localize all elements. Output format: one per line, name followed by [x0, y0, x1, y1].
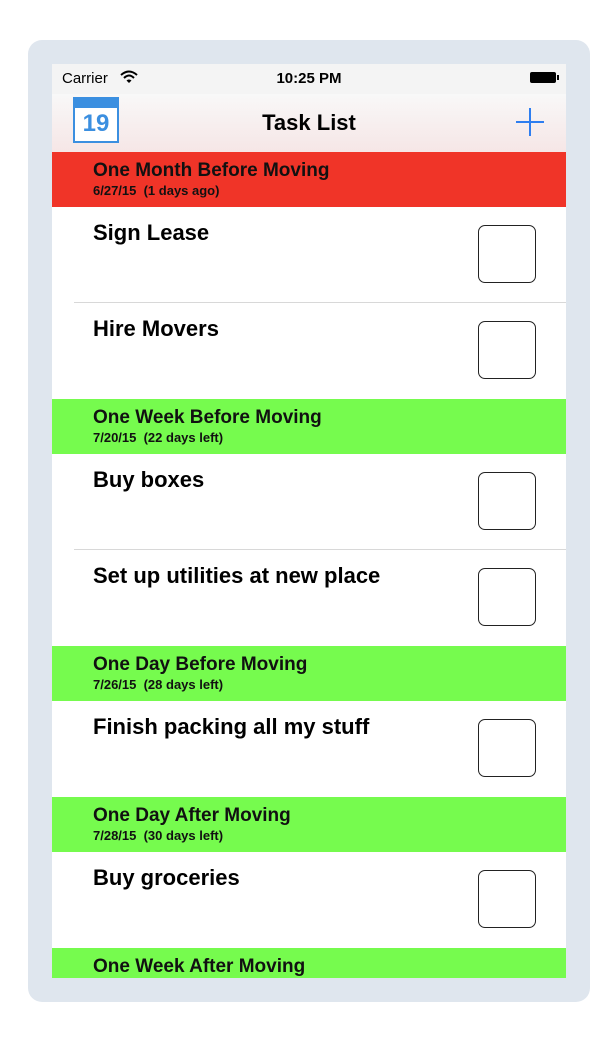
section-header: One Month Before Moving 6/27/15 (1 days a… — [52, 152, 566, 207]
task-checkbox[interactable] — [478, 321, 536, 379]
section-header: One Week After Moving — [52, 948, 566, 978]
task-checkbox[interactable] — [478, 568, 536, 626]
task-label: Buy groceries — [93, 865, 240, 890]
navigation-bar: 19 Task List — [52, 94, 566, 152]
task-checkbox[interactable] — [478, 472, 536, 530]
section-header: One Week Before Moving 7/20/15 (22 days l… — [52, 399, 566, 454]
task-row[interactable]: Finish packing all my stuff — [52, 701, 566, 797]
task-row[interactable]: Buy groceries — [52, 852, 566, 948]
battery-icon — [530, 72, 559, 83]
task-row[interactable]: Set up utilities at new place — [52, 550, 566, 646]
task-list: One Month Before Moving 6/27/15 (1 days a… — [52, 152, 566, 978]
section-date: 7/20/15 (22 days left) — [93, 430, 224, 445]
calendar-header — [75, 99, 117, 108]
section-title: One Day After Moving — [93, 805, 291, 826]
task-checkbox[interactable] — [478, 870, 536, 928]
section-title: One Day Before Moving — [93, 654, 308, 675]
task-checkbox[interactable] — [478, 225, 536, 283]
task-label: Set up utilities at new place — [93, 563, 381, 588]
task-label: Sign Lease — [93, 220, 210, 245]
section-date: 7/26/15 (28 days left) — [93, 677, 224, 692]
task-label: Hire Movers — [93, 316, 219, 341]
section-header: One Day Before Moving 7/26/15 (28 days le… — [52, 646, 566, 701]
status-time: 10:25 PM — [276, 70, 342, 87]
task-checkbox[interactable] — [478, 719, 536, 777]
task-row[interactable]: Buy boxes — [52, 454, 566, 550]
app-screen: Carrier 10:25 PM 19 Task List One Month … — [52, 64, 566, 978]
section-date: 6/27/15 (1 days ago) — [93, 183, 220, 198]
task-row[interactable]: Hire Movers — [52, 303, 566, 399]
section-date: 7/28/15 (30 days left) — [93, 828, 224, 843]
task-label: Finish packing all my stuff — [93, 714, 370, 739]
task-label: Buy boxes — [93, 467, 205, 492]
add-task-button[interactable] — [516, 108, 544, 136]
section-title: One Week After Moving — [93, 956, 306, 977]
task-row[interactable]: Sign Lease — [52, 207, 566, 303]
page-title: Task List — [262, 110, 356, 135]
section-header: One Day After Moving 7/28/15 (30 days lef… — [52, 797, 566, 852]
section-title: One Month Before Moving — [93, 160, 330, 181]
status-bar: Carrier 10:25 PM — [52, 64, 566, 94]
section-title: One Week Before Moving — [93, 407, 322, 428]
